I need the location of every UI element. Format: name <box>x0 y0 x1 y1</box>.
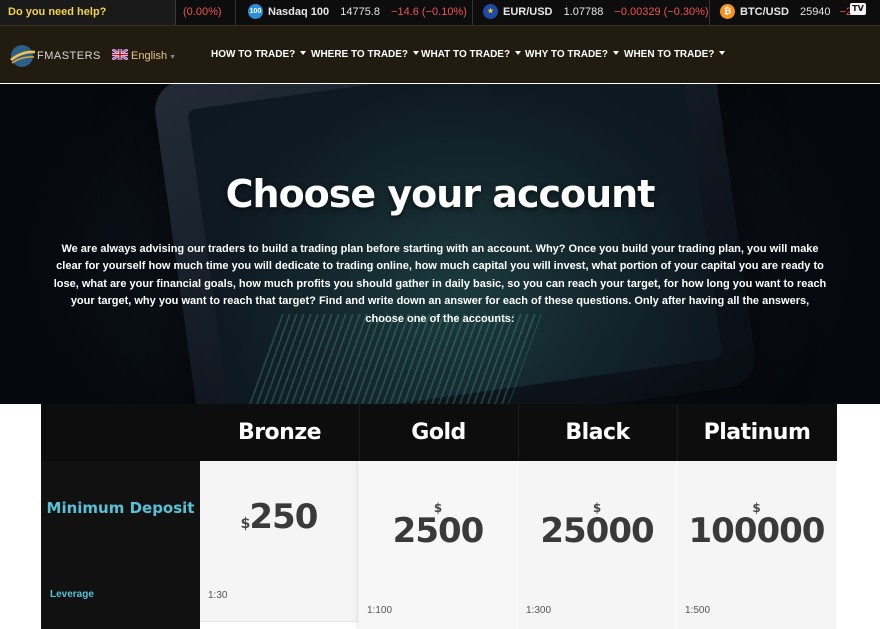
menu-label: WHEN TO TRADE? <box>624 49 715 60</box>
ticker-divider <box>235 0 236 25</box>
menu-label: WHY TO TRADE? <box>525 49 608 60</box>
ticker-item-nasdaq[interactable]: 100 Nasdaq 100 14775.8 −14.6 (−0.10%) <box>248 0 467 25</box>
ticker-item[interactable]: (0.00%) <box>183 0 222 25</box>
plan-name-platinum: Platinum <box>703 420 811 445</box>
menu-label: WHAT TO TRADE? <box>421 49 511 60</box>
ticker-item-eurusd[interactable]: ★ EUR/USD 1.07788 −0.00329 (−0.30%) <box>483 0 709 25</box>
ticker-symbol: Nasdaq 100 <box>268 6 330 18</box>
uk-flag-icon <box>112 49 128 60</box>
leverage-value: 1:300 <box>526 605 552 616</box>
account-pricing-table: Bronze Gold Black Platinum Minimum Depos… <box>41 404 837 629</box>
leverage-value: 1:500 <box>685 605 711 616</box>
tradingview-logo-icon[interactable]: TV <box>850 3 866 15</box>
row-labels <box>41 461 200 629</box>
deposit-value: 25000 <box>540 511 654 551</box>
deposit-amount: $250 <box>200 497 358 537</box>
menu-where-to-trade[interactable]: WHERE TO TRADE? <box>311 49 420 60</box>
main-navigation: FMASTERS English ▼ HOW TO TRADE? WHERE TO… <box>0 25 880 83</box>
menu-what-to-trade[interactable]: WHAT TO TRADE? <box>421 49 522 60</box>
ticker-symbol: EUR/USD <box>503 6 553 18</box>
caret-down-icon <box>719 51 726 55</box>
language-label: English <box>131 50 168 62</box>
ticker-price: 14775.8 <box>340 6 380 18</box>
logo-text: FMASTERS <box>37 50 101 62</box>
ticker-change: −14.6 (−0.10%) <box>391 6 467 18</box>
eur-usd-flag-icon: ★ <box>483 3 498 19</box>
site-logo[interactable]: FMASTERS <box>8 43 101 69</box>
ticker-item-btcusd[interactable]: ₿ BTC/USD 25940 −22 <box>720 0 858 25</box>
ticker-change: −0.00329 (−0.30%) <box>614 6 709 18</box>
deposit-value: 100000 <box>688 511 826 551</box>
menu-why-to-trade[interactable]: WHY TO TRADE? <box>525 49 619 60</box>
fmasters-logo-icon <box>10 45 36 67</box>
bitcoin-icon: ₿ <box>720 3 735 19</box>
deposit-value: 2500 <box>392 511 485 551</box>
ticker-divider <box>709 0 710 25</box>
ticker-change: (0.00%) <box>183 6 222 18</box>
deposit-value: 250 <box>249 497 318 537</box>
plan-name-bronze: Bronze <box>237 420 322 445</box>
ticker-price: 1.07788 <box>563 6 604 18</box>
menu-label: WHERE TO TRADE? <box>311 49 409 60</box>
ticker-price: 25940 <box>799 6 831 18</box>
hero-banner: Choose your account We are always advisi… <box>0 84 880 404</box>
plan-card-platinum[interactable]: $ 100000 1:500 <box>677 461 837 629</box>
menu-how-to-trade[interactable]: HOW TO TRADE? <box>211 49 307 60</box>
card-footer <box>200 621 358 629</box>
caret-down-icon <box>612 51 619 55</box>
menu-label: HOW TO TRADE? <box>211 49 296 60</box>
caret-down-icon <box>515 51 522 55</box>
caret-down-icon <box>413 51 420 55</box>
ticker-symbol: BTC/USD <box>740 6 789 18</box>
help-link[interactable]: Do you need help? <box>0 0 176 25</box>
chevron-down-icon: ▼ <box>169 54 177 61</box>
menu-when-to-trade[interactable]: WHEN TO TRADE? <box>624 49 726 60</box>
ticker-divider <box>472 0 473 25</box>
plan-card-bronze[interactable]: $250 1:30 <box>200 461 359 629</box>
hero-description: We are always advising our traders to bu… <box>53 243 827 325</box>
leverage-value: 1:100 <box>367 605 393 616</box>
plan-name-gold: Gold <box>411 420 466 445</box>
page-title: Choose your account <box>225 172 656 216</box>
minimum-deposit-label: Minimum Deposit <box>46 499 195 517</box>
nasdaq-100-icon: 100 <box>248 3 263 19</box>
leverage-label: Leverage <box>50 589 94 600</box>
caret-down-icon <box>300 51 307 55</box>
plan-card-black[interactable]: $ 25000 1:300 <box>518 461 677 629</box>
plan-card-gold[interactable]: $ 2500 1:100 <box>359 461 518 629</box>
plan-name-black: Black <box>565 420 630 445</box>
language-selector[interactable]: English ▼ <box>112 49 176 62</box>
leverage-value: 1:30 <box>208 590 228 601</box>
market-ticker: Do you need help? (0.00%) 100 Nasdaq 100 … <box>0 0 880 25</box>
